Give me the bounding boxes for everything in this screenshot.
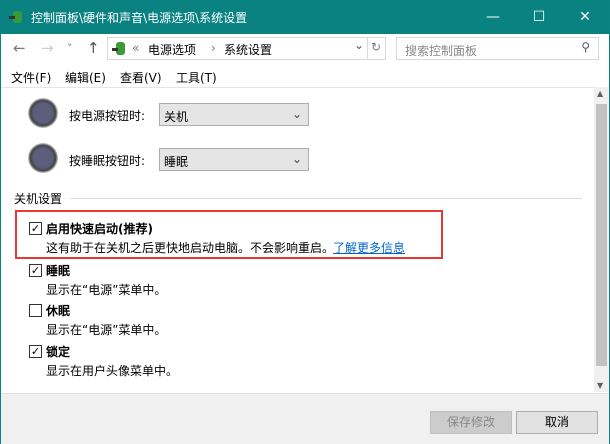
learn-more-link[interactable]: 了解更多信息 [333,239,405,256]
address-dropdown-button[interactable]: ⌄ [354,38,364,52]
maximize-button[interactable]: ☐ [516,1,562,33]
settings-content: 按电源按钮时: 关机 ⌄ 按睡眠按钮时: 睡眠 ⌄ 关机设置 ✓ 启用快速启动(推荐… [2,87,594,392]
sleep-button-label: 按睡眠按钮时: [69,154,146,168]
fast-startup-label: 启用快速启动(推荐) [46,222,153,236]
vertical-scrollbar[interactable]: ▲ ▼ [594,87,609,392]
hibernate-label: 休眠 [46,304,71,318]
search-box[interactable]: 搜索控制面板 ⚲ [396,37,599,60]
selected-value: 睡眠 [164,155,189,169]
window: 控制面板\硬件和声音\电源选项\系统设置 — ☐ ✕ ← → ˅ ↑ « 电源选… [0,0,610,444]
lock-label: 锁定 [46,345,71,359]
power-options-icon [112,42,125,55]
menu-view[interactable]: 查看(V) [120,69,162,86]
lock-desc: 显示在用户头像菜单中。 [46,364,179,378]
forward-button[interactable]: → [41,39,54,57]
breadcrumb-separator[interactable]: › [211,41,216,55]
divider [367,38,368,59]
selected-value: 关机 [164,110,189,124]
sleep-checkbox[interactable]: ✓ [29,264,42,277]
hibernate-desc: 显示在“电源”菜单中。 [46,323,167,337]
fast-startup-desc: 这有助于在关机之后更快地启动电脑。不会影响重启。 [46,241,335,255]
footer-bar: 保存修改 取消 [1,393,609,444]
sleep-label: 睡眠 [46,264,71,278]
fast-startup-checkbox[interactable]: ✓ [29,222,42,235]
shutdown-settings-heading: 关机设置 [14,192,63,206]
menu-tools[interactable]: 工具(T) [176,69,217,86]
power-button-icon [28,98,58,128]
search-input[interactable]: 搜索控制面板 [405,42,477,59]
navigation-bar: ← → ˅ ↑ « 电源选项 › 系统设置 ⌄ ↻ 搜索控制面板 ⚲ [1,37,609,61]
chevron-down-icon: ⌄ [291,152,302,166]
hibernate-checkbox[interactable] [29,304,42,317]
recent-locations-button[interactable]: ˅ [67,42,73,55]
lock-checkbox[interactable]: ✓ [29,345,42,358]
close-button[interactable]: ✕ [562,1,608,33]
minimize-button[interactable]: — [470,1,516,33]
overflow-chevrons[interactable]: « [132,41,139,55]
sleep-button-action-select[interactable]: 睡眠 ⌄ [159,148,309,171]
menu-file[interactable]: 文件(F) [11,69,51,86]
sleep-button-icon [28,143,58,173]
breadcrumb-system-settings[interactable]: 系统设置 [224,41,272,58]
power-button-label: 按电源按钮时: [69,109,146,123]
title-bar: 控制面板\硬件和声音\电源选项\系统设置 — ☐ ✕ [1,1,609,34]
scroll-up-arrow-icon[interactable]: ▲ [597,89,603,98]
divider [70,198,582,199]
power-options-icon [9,11,22,23]
power-button-action-select[interactable]: 关机 ⌄ [159,103,309,126]
search-icon: ⚲ [581,40,590,54]
save-changes-button[interactable]: 保存修改 [430,411,512,434]
up-button[interactable]: ↑ [87,39,100,57]
refresh-button[interactable]: ↻ [371,40,381,54]
cancel-button[interactable]: 取消 [516,411,598,434]
scroll-down-arrow-icon[interactable]: ▼ [597,381,603,390]
breadcrumb-power-options[interactable]: 电源选项 [148,41,196,58]
window-title: 控制面板\硬件和声音\电源选项\系统设置 [31,11,248,25]
chevron-down-icon: ⌄ [291,107,302,121]
address-bar[interactable]: « 电源选项 › 系统设置 ⌄ ↻ [107,37,386,60]
back-button[interactable]: ← [13,39,26,57]
scrollbar-thumb[interactable] [596,104,607,366]
sleep-desc: 显示在“电源”菜单中。 [46,283,167,297]
menu-edit[interactable]: 编辑(E) [65,69,106,86]
